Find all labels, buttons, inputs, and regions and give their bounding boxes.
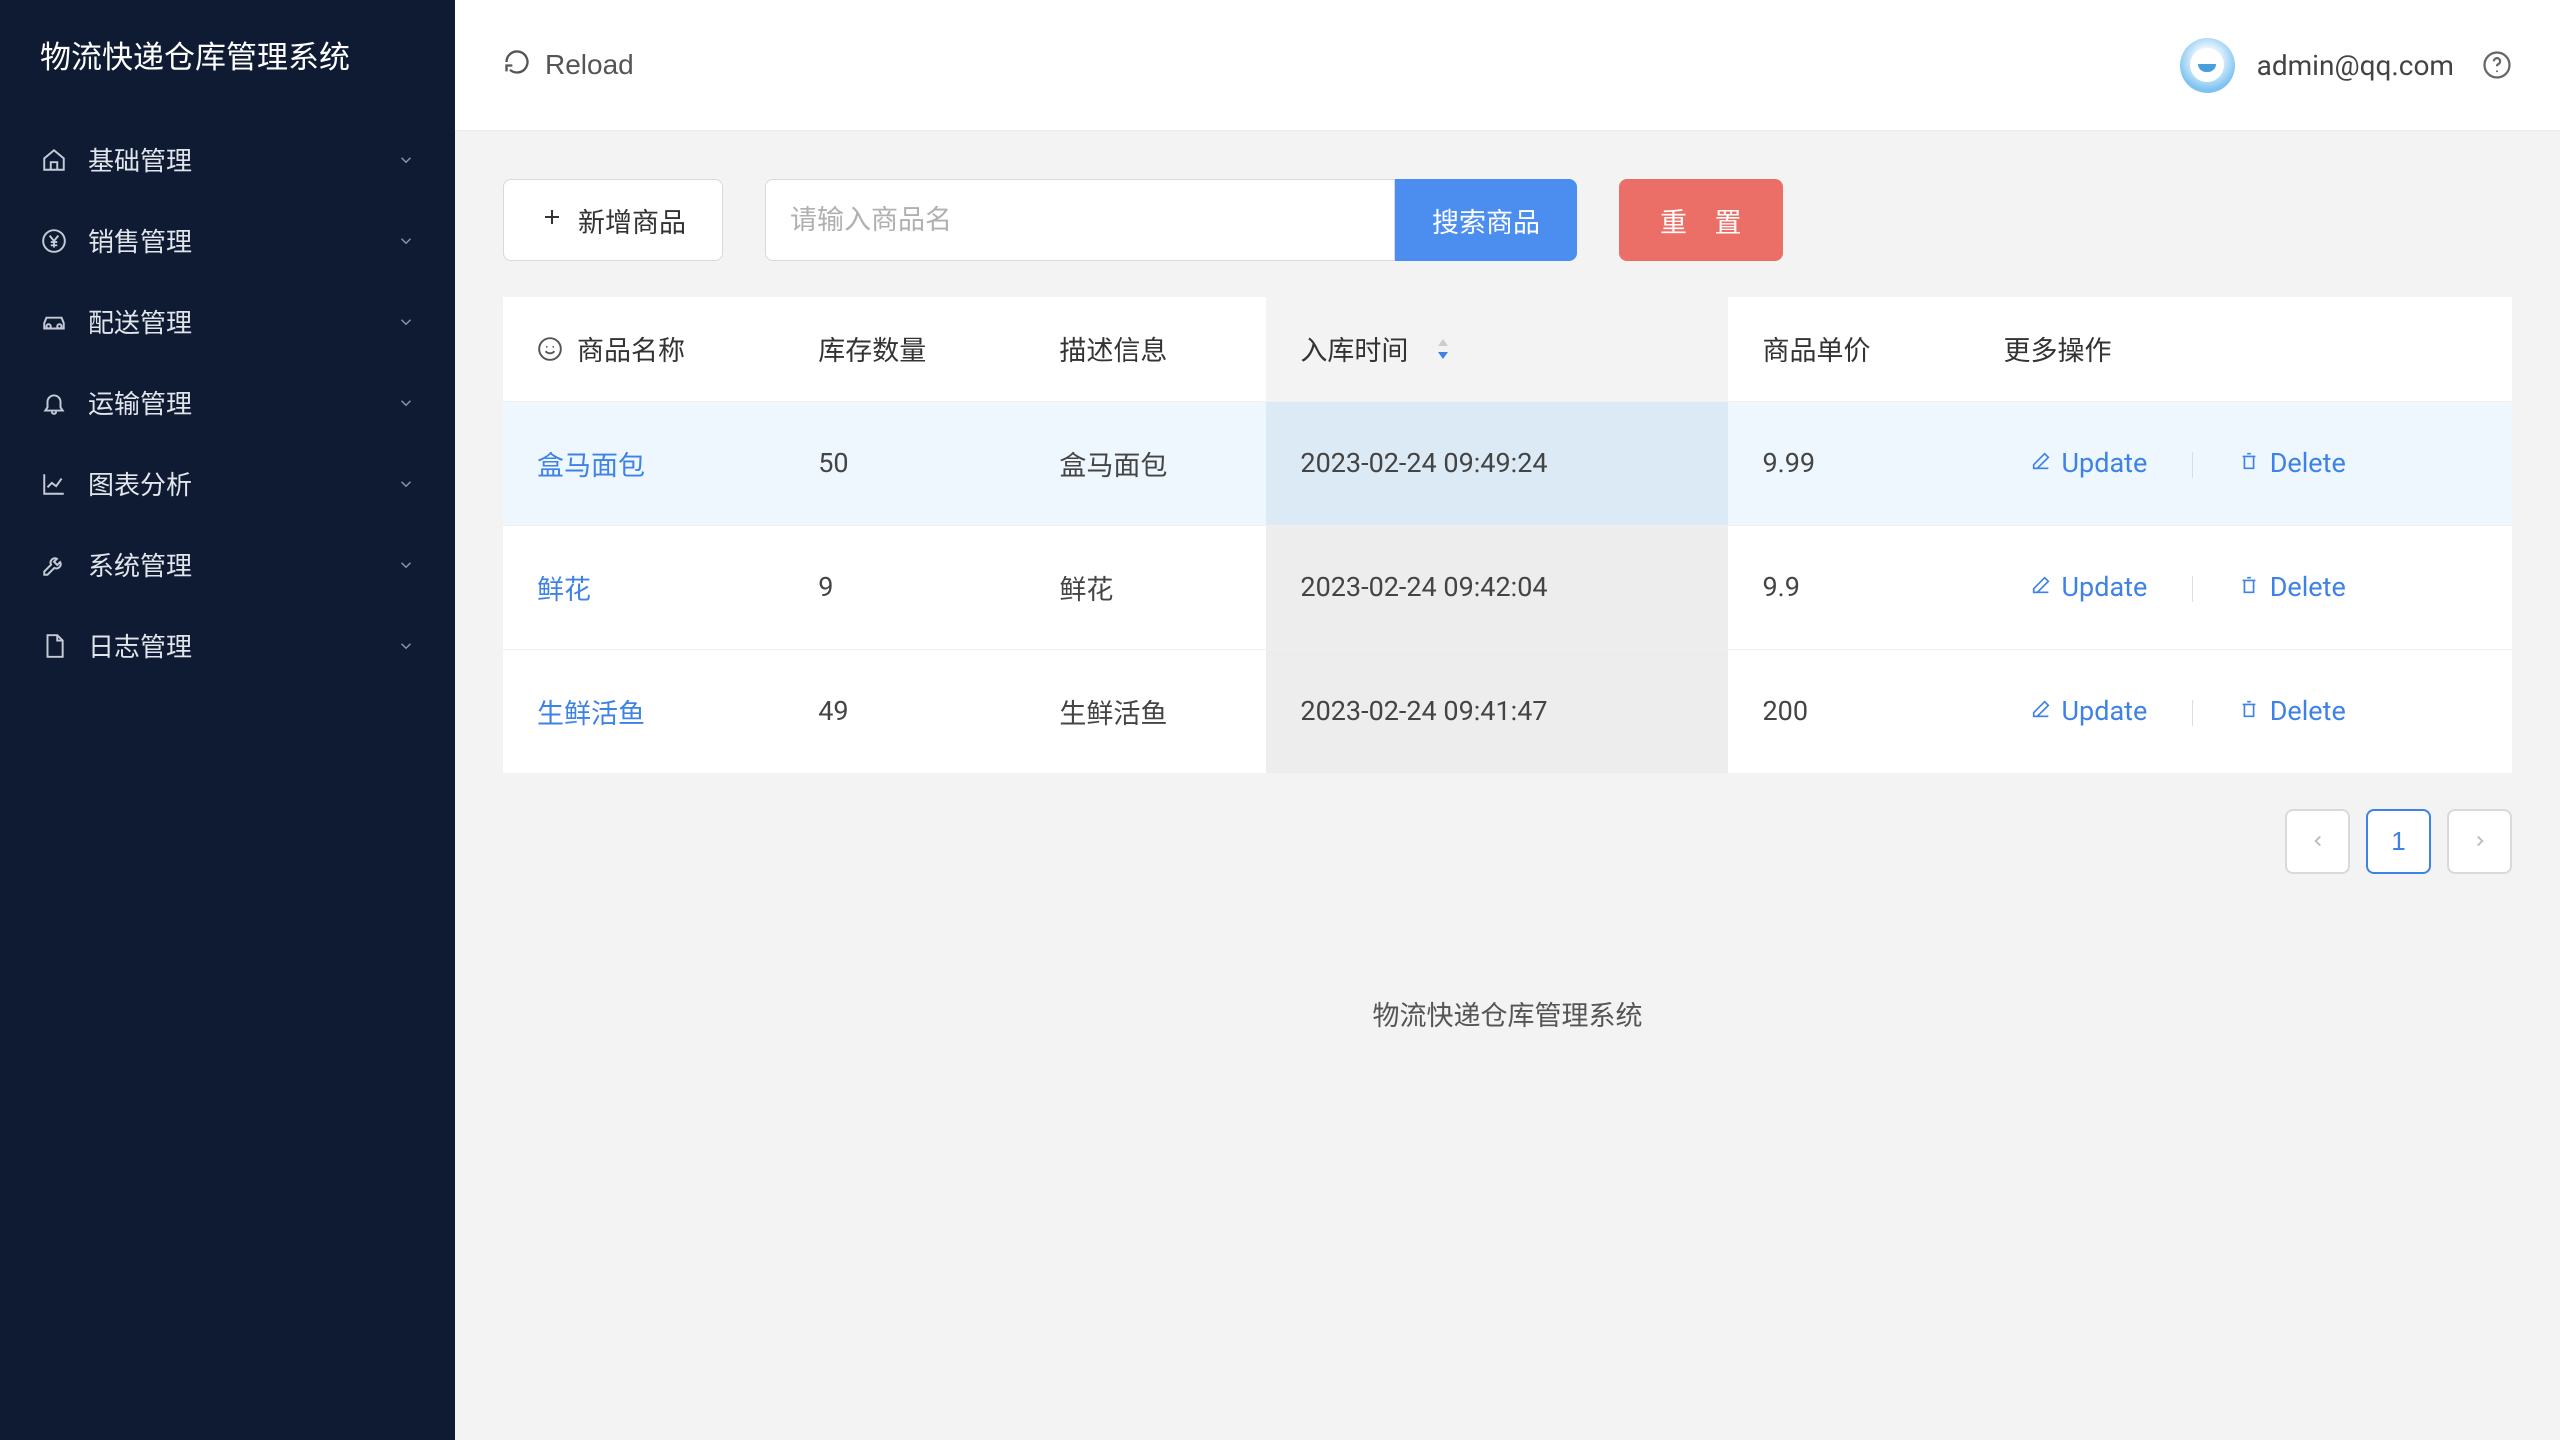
product-name-link[interactable]: 生鲜活鱼 — [537, 698, 645, 730]
th-name: 商品名称 — [577, 329, 685, 368]
help-icon[interactable] — [2482, 50, 2512, 80]
chevron-down-icon — [397, 232, 415, 250]
plus-icon — [540, 205, 564, 236]
table-header-row: 商品名称 库存数量 描述信息 入库时间 — [503, 297, 2512, 401]
update-button[interactable]: Update — [2030, 447, 2148, 479]
chevron-down-icon — [397, 313, 415, 331]
table-row: 生鲜活鱼 49 生鲜活鱼 2023-02-24 09:41:47 200 Upd… — [503, 649, 2512, 773]
chevron-down-icon — [397, 637, 415, 655]
sidebar-item-label: 日志管理 — [88, 627, 397, 664]
edit-icon — [2030, 695, 2052, 727]
main: Reload admin@qq.com 新增商品 搜索商品 重 置 — [455, 0, 2560, 1440]
sidebar: 物流快递仓库管理系统 基础管理 销售管理 配送管理 运输管理 — [0, 0, 455, 1440]
add-product-button[interactable]: 新增商品 — [503, 179, 723, 261]
delete-button[interactable]: Delete — [2238, 571, 2346, 603]
chart-icon — [40, 470, 68, 498]
trash-icon — [2238, 695, 2260, 727]
delete-button[interactable]: Delete — [2238, 695, 2346, 727]
user-email[interactable]: admin@qq.com — [2257, 49, 2454, 82]
trash-icon — [2238, 571, 2260, 603]
chevron-down-icon — [397, 151, 415, 169]
sidebar-item-logs[interactable]: 日志管理 — [0, 605, 455, 686]
cell-price: 9.9 — [1762, 571, 1799, 603]
reload-icon — [503, 48, 531, 83]
th-quantity: 库存数量 — [818, 335, 926, 367]
pagination: 1 — [503, 809, 2512, 894]
cell-desc: 生鲜活鱼 — [1059, 698, 1167, 730]
sidebar-menu: 基础管理 销售管理 配送管理 运输管理 图表分析 — [0, 119, 455, 686]
avatar[interactable] — [2180, 38, 2235, 93]
action-separator — [2192, 700, 2193, 726]
th-actions: 更多操作 — [2004, 335, 2112, 367]
app-title: 物流快递仓库管理系统 — [0, 36, 455, 119]
update-button[interactable]: Update — [2030, 571, 2148, 603]
reload-button[interactable]: Reload — [503, 48, 634, 83]
reset-button[interactable]: 重 置 — [1619, 179, 1783, 261]
cell-quantity: 49 — [818, 695, 848, 727]
search-button[interactable]: 搜索商品 — [1395, 179, 1577, 261]
search-input[interactable] — [765, 179, 1395, 261]
sidebar-item-charts[interactable]: 图表分析 — [0, 443, 455, 524]
chevron-down-icon — [397, 475, 415, 493]
th-price: 商品单价 — [1762, 335, 1870, 367]
home-icon — [40, 146, 68, 174]
file-icon — [40, 632, 68, 660]
wrench-icon — [40, 551, 68, 579]
product-name-link[interactable]: 鲜花 — [537, 574, 591, 606]
reload-label: Reload — [545, 49, 634, 81]
sidebar-item-transport[interactable]: 运输管理 — [0, 362, 455, 443]
cell-quantity: 50 — [818, 447, 848, 479]
topbar: Reload admin@qq.com — [455, 0, 2560, 131]
sidebar-item-label: 图表分析 — [88, 465, 397, 502]
cell-time: 2023-02-24 09:49:24 — [1300, 447, 1547, 479]
action-separator — [2192, 452, 2193, 478]
chevron-down-icon — [397, 556, 415, 574]
toolbar: 新增商品 搜索商品 重 置 — [503, 179, 2512, 261]
cell-price: 9.99 — [1762, 447, 1815, 479]
bell-icon — [40, 389, 68, 417]
sort-icon — [1436, 338, 1450, 360]
cell-time: 2023-02-24 09:41:47 — [1300, 695, 1547, 727]
cell-desc: 鲜花 — [1059, 574, 1113, 606]
sidebar-item-label: 基础管理 — [88, 141, 397, 178]
action-separator — [2192, 576, 2193, 602]
cell-quantity: 9 — [818, 571, 833, 603]
page-number-button[interactable]: 1 — [2366, 809, 2431, 874]
delete-button[interactable]: Delete — [2238, 447, 2346, 479]
sidebar-item-sales[interactable]: 销售管理 — [0, 200, 455, 281]
sidebar-item-label: 运输管理 — [88, 384, 397, 421]
sidebar-item-system[interactable]: 系统管理 — [0, 524, 455, 605]
add-label: 新增商品 — [578, 201, 686, 240]
edit-icon — [2030, 447, 2052, 479]
page-next-button[interactable] — [2447, 809, 2512, 874]
table: 商品名称 库存数量 描述信息 入库时间 — [503, 297, 2512, 773]
trash-icon — [2238, 447, 2260, 479]
cell-time: 2023-02-24 09:42:04 — [1300, 571, 1547, 603]
page-prev-button[interactable] — [2285, 809, 2350, 874]
table-row: 鲜花 9 鲜花 2023-02-24 09:42:04 9.9 Update — [503, 525, 2512, 649]
edit-icon — [2030, 571, 2052, 603]
yen-icon — [40, 227, 68, 255]
sidebar-item-label: 系统管理 — [88, 546, 397, 583]
update-button[interactable]: Update — [2030, 695, 2148, 727]
table-row: 盒马面包 50 盒马面包 2023-02-24 09:49:24 9.99 Up… — [503, 401, 2512, 525]
content: 新增商品 搜索商品 重 置 商品名称 — [455, 131, 2560, 1440]
th-time: 入库时间 — [1300, 329, 1408, 368]
th-desc: 描述信息 — [1059, 335, 1167, 367]
car-icon — [40, 308, 68, 336]
sidebar-item-label: 配送管理 — [88, 303, 397, 340]
product-name-link[interactable]: 盒马面包 — [537, 450, 645, 482]
chevron-down-icon — [397, 394, 415, 412]
sidebar-item-delivery[interactable]: 配送管理 — [0, 281, 455, 362]
th-time-sort[interactable]: 入库时间 — [1300, 329, 1450, 368]
sidebar-item-basic[interactable]: 基础管理 — [0, 119, 455, 200]
footer-text: 物流快递仓库管理系统 — [503, 894, 2512, 1073]
sidebar-item-label: 销售管理 — [88, 222, 397, 259]
smile-icon — [537, 336, 563, 362]
cell-desc: 盒马面包 — [1059, 450, 1167, 482]
cell-price: 200 — [1762, 695, 1808, 727]
search-group: 搜索商品 — [765, 179, 1577, 261]
